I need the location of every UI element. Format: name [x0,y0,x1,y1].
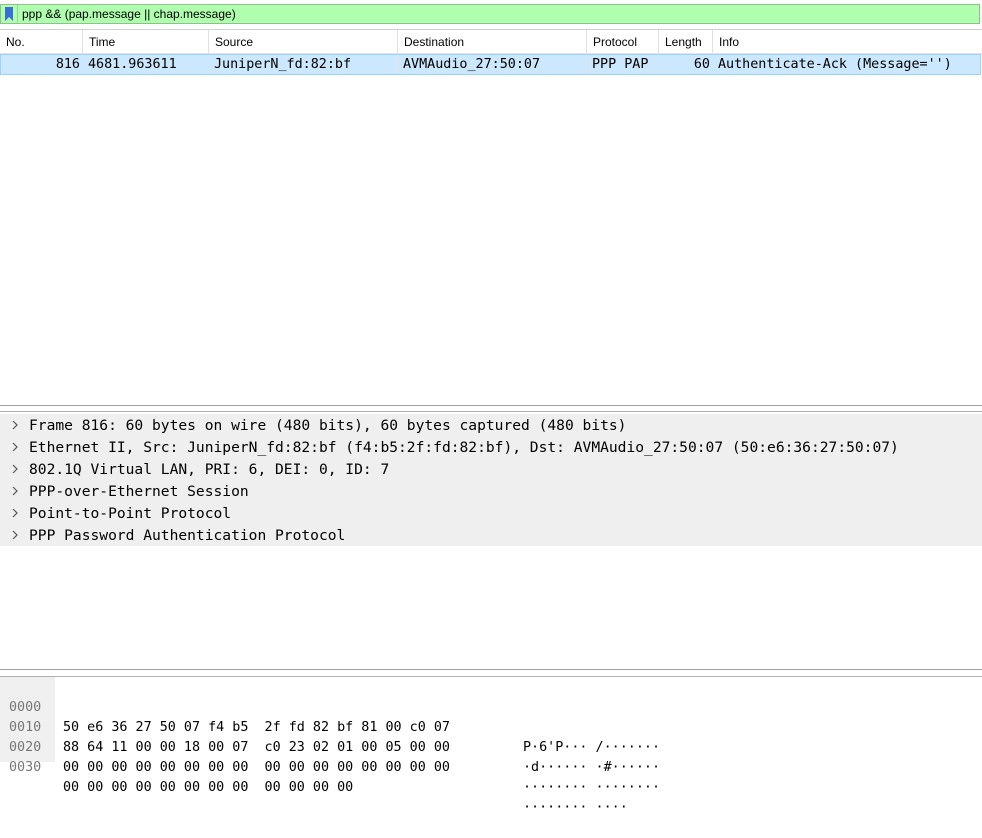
display-filter-input[interactable]: ppp && (pap.message || chap.message) [22,7,236,21]
packet-no: 816 [55,57,80,72]
packet-destination: AVMAudio_27:50:07 [403,57,541,72]
packet-source: JuniperN_fd:82:bf [214,57,352,72]
tree-item-label: Ethernet II, Src: JuniperN_fd:82:bf (f4:… [29,438,899,456]
tree-item-pppoe[interactable]: PPP-over-Ethernet Session [0,480,982,502]
column-header-no[interactable]: No. [0,30,83,53]
packet-list[interactable]: No. Time Source Destination Protocol Len… [0,29,982,406]
column-header-source[interactable]: Source [209,30,398,53]
tree-item-frame[interactable]: Frame 816: 60 bytes on wire (480 bits), … [0,414,982,436]
column-header-destination[interactable]: Destination [398,30,587,53]
packet-time: 4681.963611 [88,57,177,72]
column-header-info[interactable]: Info [713,30,982,53]
packet-length: 60 [693,57,710,72]
tree-item-label: Frame 816: 60 bytes on wire (480 bits), … [29,416,627,434]
hex-ascii[interactable]: ·d······ ·#······ [523,758,660,778]
chevron-right-icon[interactable] [0,442,29,452]
tree-item-ppp[interactable]: Point-to-Point Protocol [0,502,982,524]
packet-bytes-pane[interactable]: 0000 50 e6 36 27 50 07 f4 b5 2f fd 82 bf… [0,676,982,815]
tree-item-label: Point-to-Point Protocol [29,504,232,522]
hex-ascii[interactable]: ········ ···· [523,798,628,818]
tree-item-vlan[interactable]: 802.1Q Virtual LAN, PRI: 6, DEI: 0, ID: … [0,458,982,480]
tree-item-label: 802.1Q Virtual LAN, PRI: 6, DEI: 0, ID: … [29,460,390,478]
display-filter-bar[interactable]: ppp && (pap.message || chap.message) [0,4,980,24]
column-header-protocol[interactable]: Protocol [587,30,659,53]
chevron-right-icon[interactable] [0,486,29,496]
hex-bytes[interactable]: 00 00 00 00 00 00 00 00 00 00 00 00 00 0… [63,758,450,778]
chevron-right-icon[interactable] [0,420,29,430]
tree-item-ethernet[interactable]: Ethernet II, Src: JuniperN_fd:82:bf (f4:… [0,436,982,458]
chevron-right-icon[interactable] [0,530,29,540]
chevron-right-icon[interactable] [0,464,29,474]
packet-details-pane[interactable]: Frame 816: 60 bytes on wire (480 bits), … [0,411,982,670]
tree-item-label: PPP-over-Ethernet Session [29,482,249,500]
packet-protocol: PPP PAP [592,57,649,72]
hex-line: 0000 50 e6 36 27 50 07 f4 b5 2f fd 82 bf… [0,678,982,755]
packet-list-header: No. Time Source Destination Protocol Len… [0,30,982,54]
packet-info: Authenticate-Ack (Message='') [718,57,952,72]
hex-line: 0020 00 00 00 00 00 00 00 00 00 00 00 00… [0,718,982,795]
column-header-time[interactable]: Time [83,30,209,53]
tree-item-pap[interactable]: PPP Password Authentication Protocol [0,524,982,546]
column-header-length[interactable]: Length [659,30,713,53]
bookmark-icon[interactable] [1,5,18,23]
hex-offset: 0030 [9,760,42,775]
packet-row-selected[interactable]: 816 4681.963611 JuniperN_fd:82:bf AVMAud… [0,54,981,75]
hex-line: 0010 88 64 11 00 00 18 00 07 c0 23 02 01… [0,698,982,775]
tree-item-label: PPP Password Authentication Protocol [29,526,346,544]
hex-bytes[interactable]: 00 00 00 00 00 00 00 00 00 00 00 00 [63,778,353,798]
hex-line: 0030 00 00 00 00 00 00 00 00 00 00 00 00… [0,738,982,815]
hex-ascii[interactable]: ········ ········ [523,778,660,798]
chevron-right-icon[interactable] [0,508,29,518]
